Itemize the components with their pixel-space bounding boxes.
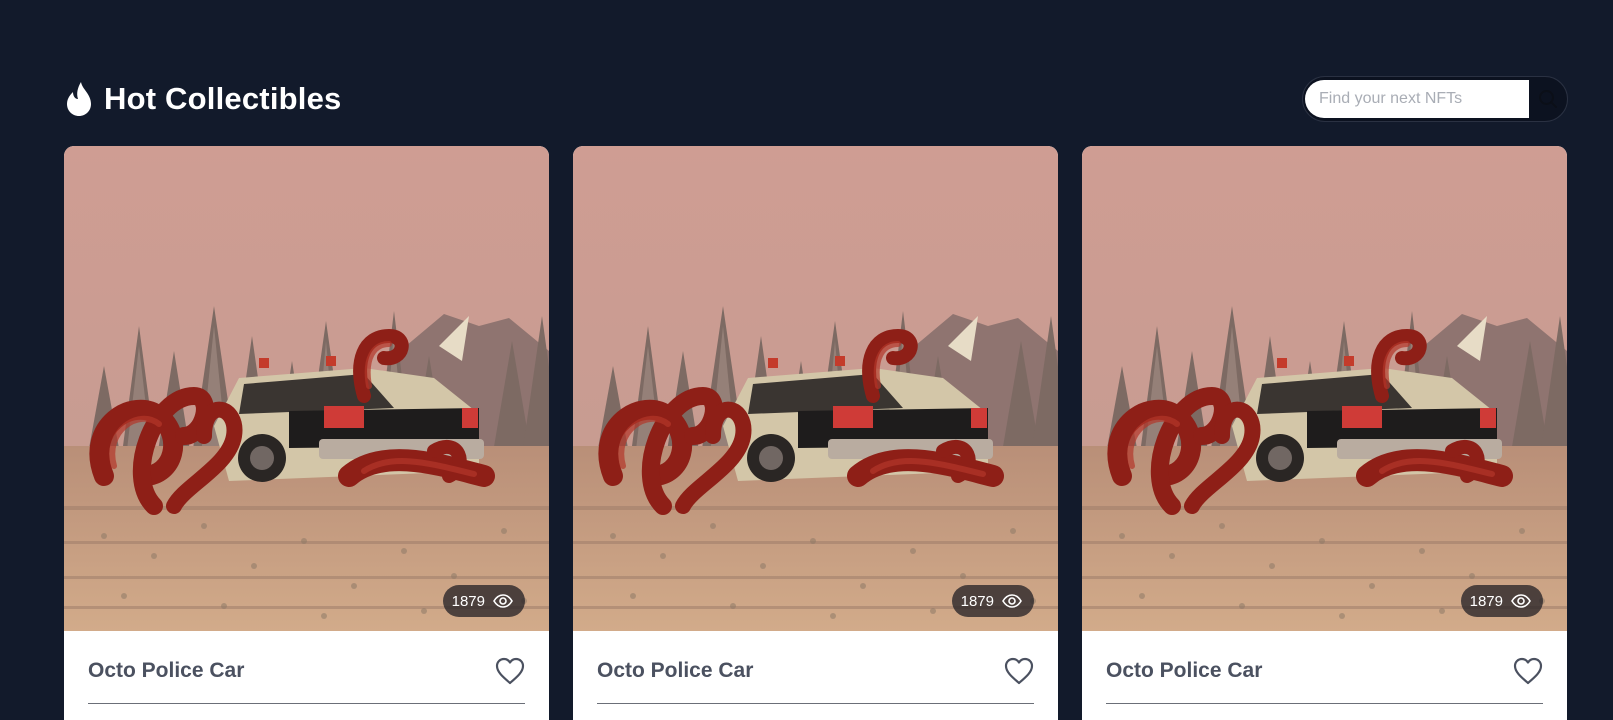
heart-outline-icon[interactable] [1513,657,1543,685]
card-divider [1106,703,1543,704]
eye-icon [1511,594,1531,608]
heart-outline-icon[interactable] [495,657,525,685]
view-count: 1879 [1469,592,1503,610]
card-body: Octo Police Car [1082,631,1567,720]
page-header: Hot Collectibles [64,76,1568,122]
view-count-badge: 1879 [442,585,525,617]
nft-image[interactable]: 1879 [64,146,549,631]
nft-title[interactable]: Octo Police Car [88,659,244,683]
search-bar [1302,76,1568,122]
card-divider [597,703,1034,704]
nft-title[interactable]: Octo Police Car [597,659,753,683]
eye-icon [1002,594,1022,608]
octopus-police-car-artwork [573,146,1058,631]
card-body: Octo Police Car [573,631,1058,720]
card-divider [88,703,525,704]
view-count: 1879 [960,592,994,610]
card-body: Octo Police Car [64,631,549,720]
search-input[interactable] [1305,80,1529,118]
nft-image[interactable]: 1879 [1082,146,1567,631]
search-button[interactable] [1529,77,1567,121]
search-icon [1539,90,1557,108]
octopus-police-car-artwork [64,146,549,631]
eye-icon [493,594,513,608]
heart-outline-icon[interactable] [1004,657,1034,685]
nft-card-2[interactable]: 1879 Octo Police Car [573,146,1058,720]
nft-title[interactable]: Octo Police Car [1106,659,1262,683]
collectibles-grid: 1879 Octo Police Car 1879 Octo Police Ca… [64,146,1568,720]
view-count: 1879 [451,592,485,610]
view-count-badge: 1879 [951,585,1034,617]
page-title: Hot Collectibles [104,81,342,116]
flame-icon [67,82,91,116]
section-heading: Hot Collectibles [64,76,341,122]
nft-card-1[interactable]: 1879 Octo Police Car [64,146,549,720]
octopus-police-car-artwork [1082,146,1567,631]
view-count-badge: 1879 [1460,585,1543,617]
nft-image[interactable]: 1879 [573,146,1058,631]
nft-card-3[interactable]: 1879 Octo Police Car [1082,146,1567,720]
